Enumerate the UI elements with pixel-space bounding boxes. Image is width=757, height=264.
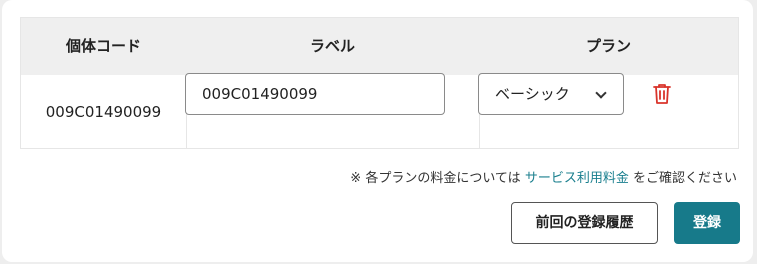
- pricing-note-suffix: をご確認ください: [632, 171, 737, 186]
- chevron-down-icon: [595, 87, 607, 99]
- previous-registration-history-button[interactable]: 前回の登録履歴: [511, 202, 658, 244]
- delete-row-button[interactable]: [651, 82, 673, 106]
- plan-select[interactable]: ベーシック: [478, 73, 624, 115]
- header-label: ラベル: [309, 37, 355, 55]
- pricing-note-prefix: ※ 各プランの料金については: [350, 171, 521, 186]
- table-header: 個体コード ラベル プラン: [21, 18, 738, 75]
- register-button[interactable]: 登録: [674, 202, 740, 244]
- service-fee-link[interactable]: サービス利用料金: [525, 171, 629, 186]
- header-plan: プラン: [585, 37, 631, 55]
- device-code-cell: 009C01490099: [45, 103, 162, 121]
- header-device-code: 個体コード: [65, 37, 141, 55]
- pricing-note: ※ 各プランの料金については サービス利用料金 をご確認ください: [350, 167, 737, 186]
- trash-icon: [653, 84, 671, 104]
- device-registration-panel: 個体コード ラベル プラン 009C01490099 ベーシック ※ 各プランの…: [2, 0, 753, 262]
- plan-select-value: ベーシック: [495, 85, 570, 103]
- label-input[interactable]: [185, 73, 445, 115]
